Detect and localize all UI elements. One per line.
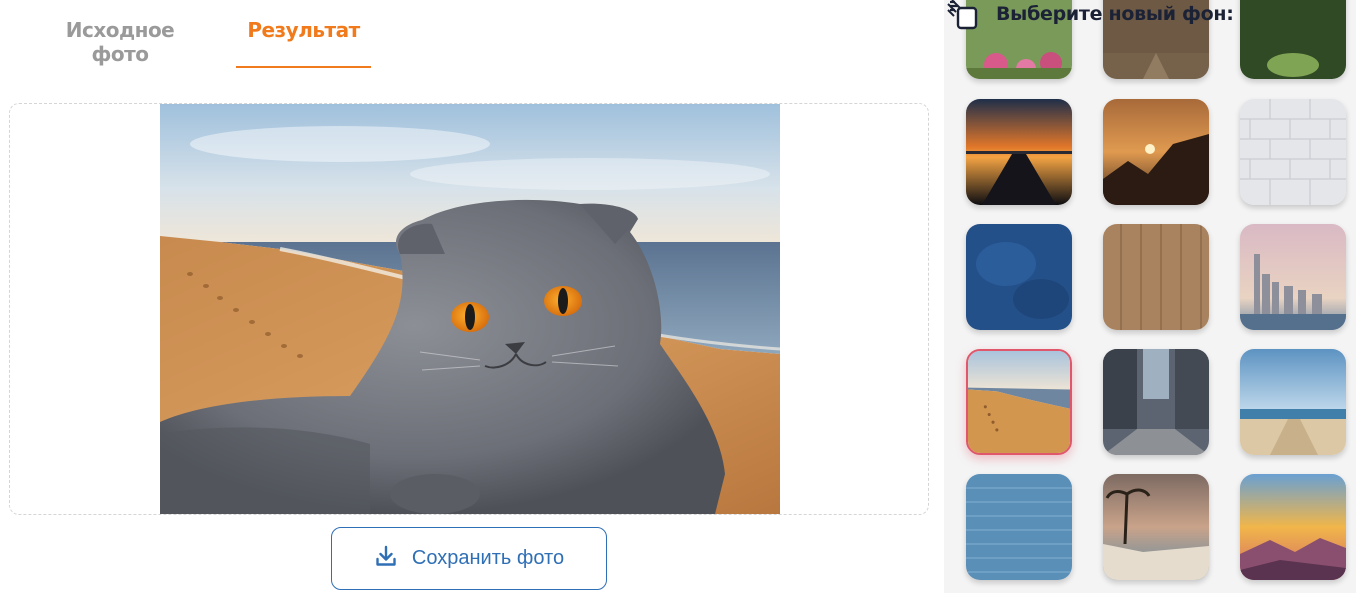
download-icon: [374, 544, 398, 573]
save-photo-label: Сохранить фото: [411, 547, 565, 569]
thumb-city-skyline[interactable]: [1240, 224, 1346, 330]
tab-bar: Исходное фото Результат: [0, 0, 944, 70]
thumb-blue-texture[interactable]: [966, 224, 1072, 330]
background-panel: Выберите новый фон:: [944, 0, 1356, 593]
active-tab-indicator: [236, 66, 371, 68]
thumb-white-brick-wall[interactable]: [1240, 99, 1346, 205]
background-panel-title: Выберите новый фон:: [996, 3, 1234, 25]
thumb-sunset-pier[interactable]: [966, 99, 1072, 205]
tab-source-photo[interactable]: Исходное фото: [40, 18, 200, 68]
thumb-city-street[interactable]: [1103, 349, 1209, 455]
thumb-wood-planks[interactable]: [1103, 224, 1209, 330]
result-photo: [160, 104, 780, 514]
thumb-mountain-sunset[interactable]: [1103, 99, 1209, 205]
thumb-blue-brick-wall[interactable]: [966, 474, 1072, 580]
thumb-beach-footprints-selected[interactable]: [966, 349, 1072, 455]
thumb-beach-boardwalk[interactable]: [1240, 349, 1346, 455]
thumb-mountain-sky[interactable]: [1240, 474, 1346, 580]
result-preview: [9, 103, 929, 515]
background-panel-header: Выберите новый фон:: [944, 0, 1356, 34]
tab-result[interactable]: Результат: [236, 18, 371, 68]
save-photo-button[interactable]: Сохранить фото: [331, 527, 607, 590]
background-thumbnail-grid: [944, 0, 1356, 593]
thumb-tropical-coast[interactable]: [1103, 474, 1209, 580]
layers-icon: [946, 0, 980, 30]
editor-area: Исходное фото Результат Сохранить фото: [0, 0, 944, 593]
